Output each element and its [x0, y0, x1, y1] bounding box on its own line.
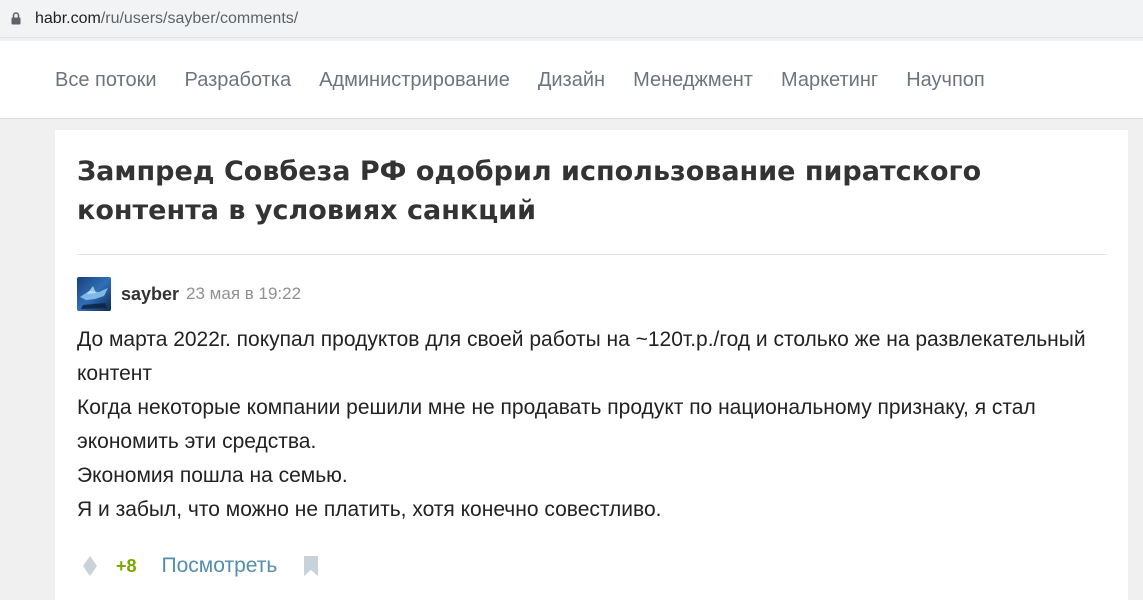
comment-timestamp[interactable]: 23 мая в 19:22: [186, 284, 301, 304]
nav-item-administration[interactable]: Администрирование: [319, 68, 510, 92]
vote-diamond-icon[interactable]: [82, 555, 98, 577]
browser-address-bar: habr.com/ru/users/sayber/comments/: [0, 0, 1143, 38]
article-title[interactable]: Зампред Совбеза РФ одобрил использование…: [77, 152, 1107, 230]
site-navigation: Все потоки Разработка Администрирование …: [0, 41, 1143, 119]
bookmark-icon[interactable]: [303, 555, 319, 577]
nav-item-popsci[interactable]: Научпоп: [906, 68, 985, 92]
nav-item-development[interactable]: Разработка: [185, 68, 292, 92]
url-host: habr.com: [35, 10, 101, 27]
nav-item-management[interactable]: Менеджмент: [633, 68, 753, 92]
comment-footer: +8 Посмотреть: [82, 551, 319, 581]
nav-list: Все потоки Разработка Администрирование …: [55, 68, 1013, 92]
nav-item-marketing[interactable]: Маркетинг: [781, 68, 878, 92]
nav-item-design[interactable]: Дизайн: [538, 68, 605, 92]
comment-line: Когда некоторые компании решили мне не п…: [77, 396, 1036, 453]
view-comment-link[interactable]: Посмотреть: [162, 554, 278, 578]
nav-item-all-flows[interactable]: Все потоки: [55, 68, 157, 92]
comment-author[interactable]: sayber: [121, 284, 179, 305]
divider: [77, 254, 1107, 255]
url-path: /ru/users/sayber/comments/: [100, 10, 299, 27]
url-field[interactable]: habr.com/ru/users/sayber/comments/: [0, 0, 1143, 37]
avatar[interactable]: [77, 277, 111, 311]
comment-line: Экономия пошла на семью.: [77, 464, 348, 487]
comment-line: Я и забыл, что можно не платить, хотя ко…: [77, 498, 662, 521]
url-text[interactable]: habr.com/ru/users/sayber/comments/: [35, 9, 298, 29]
comment-card: Зампред Совбеза РФ одобрил использование…: [55, 130, 1128, 600]
lock-icon[interactable]: [11, 12, 21, 25]
comment-score: +8: [116, 555, 137, 576]
comment-meta: sayber 23 мая в 19:22: [77, 277, 301, 311]
comment-line: До марта 2022г. покупал продуктов для св…: [77, 328, 1086, 385]
comment-body: До марта 2022г. покупал продуктов для св…: [77, 323, 1107, 527]
